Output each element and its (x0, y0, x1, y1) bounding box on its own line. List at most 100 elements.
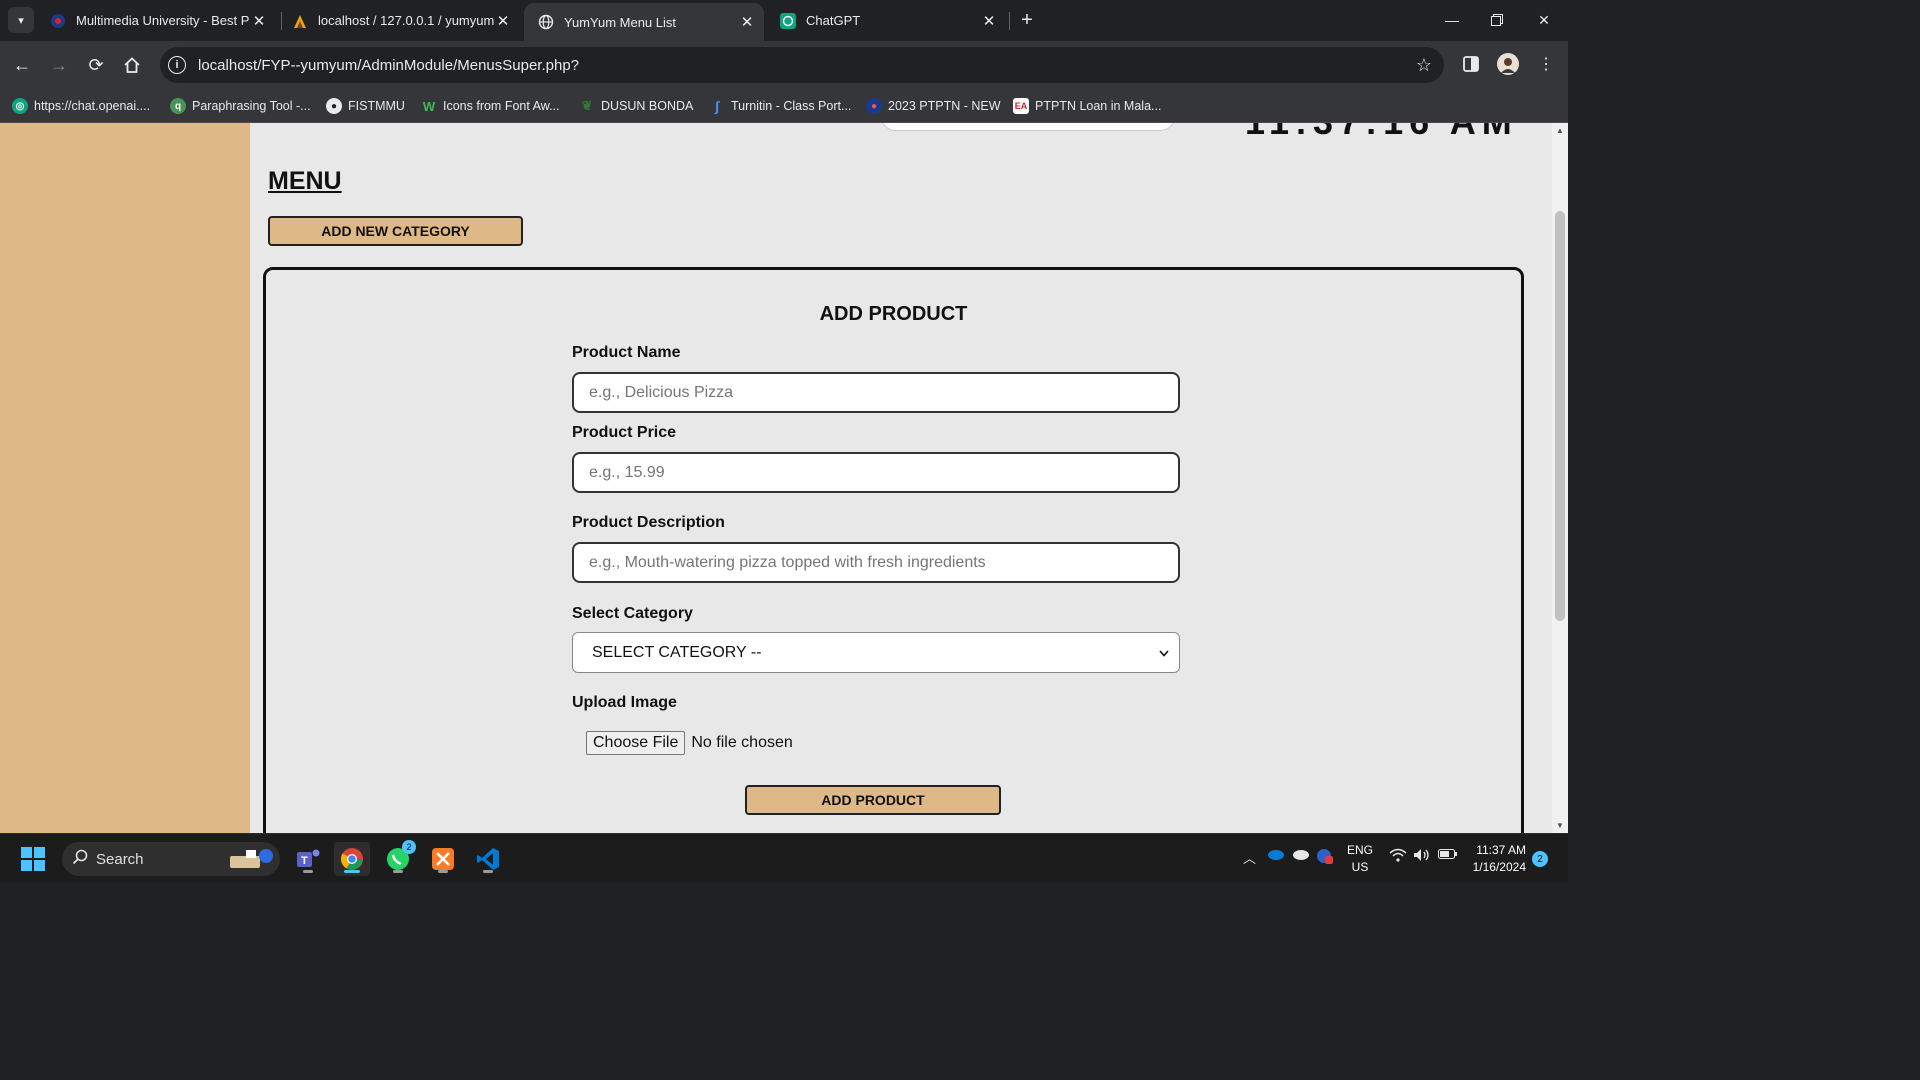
product-description-label: Product Description (572, 514, 725, 531)
language-indicator[interactable]: ENG US (1346, 842, 1374, 876)
new-tab-plus-icon[interactable]: + (1016, 8, 1038, 32)
close-tab-icon[interactable]: ✕ (738, 13, 756, 31)
category-select[interactable]: SELECT CATEGORY -- (572, 632, 1180, 673)
bookmark-paraphrasing-tool[interactable]: q Paraphrasing Tool -... (170, 96, 311, 116)
system-clock[interactable]: 11:37 AM 1/16/2024 (1468, 842, 1526, 876)
bookmark-label: DUSUN BONDA (601, 99, 694, 113)
placeholder-text: e.g., Delicious Pizza (589, 383, 734, 401)
scrollbar-thumb[interactable] (1555, 211, 1565, 621)
battery-icon[interactable] (1438, 848, 1458, 863)
bookmark-ptptn-loan[interactable]: EA PTPTN Loan in Mala... (1013, 96, 1161, 116)
product-price-input[interactable]: e.g., 15.99 (572, 452, 1180, 493)
profile-avatar-icon[interactable] (1497, 53, 1519, 75)
tab-phpmyadmin[interactable]: localhost / 127.0.0.1 / yumyum ✕ (278, 0, 520, 41)
add-new-category-button[interactable]: ADD NEW CATEGORY (268, 216, 523, 246)
volume-icon[interactable] (1413, 848, 1431, 865)
add-product-button[interactable]: ADD PRODUCT (745, 785, 1001, 815)
running-indicator (303, 870, 313, 873)
address-bar[interactable]: i localhost/FYP--yumyum/AdminModule/Menu… (160, 47, 1444, 83)
windows-start-icon[interactable] (15, 842, 51, 876)
bookmark-fistmmu[interactable]: ● FISTMMU (326, 96, 405, 116)
side-panel-icon[interactable] (1460, 53, 1482, 75)
bookmark-label: Paraphrasing Tool -... (192, 99, 311, 113)
restore-window-icon[interactable] (1482, 6, 1512, 34)
chevron-down-icon (1159, 646, 1169, 660)
home-icon[interactable] (118, 51, 146, 79)
tab-divider (1009, 12, 1010, 30)
teams-icon[interactable]: T (290, 842, 326, 876)
add-product-form: ADD PRODUCT Product Name e.g., Delicious… (263, 267, 1524, 833)
github-icon: ● (326, 98, 342, 114)
bookmark-icons-font-awesome[interactable]: W Icons from Font Aw... (421, 96, 560, 116)
xampp-icon[interactable] (425, 842, 461, 876)
region-code: US (1351, 860, 1369, 874)
choose-file-button[interactable]: Choose File (586, 731, 686, 755)
scroll-up-arrow-icon[interactable]: ▲ (1552, 126, 1568, 135)
notification-count-badge[interactable]: 2 (1532, 851, 1548, 867)
search-highlight-icon (226, 846, 274, 876)
svg-text:T: T (301, 855, 308, 867)
tab-yumyum-menu-list[interactable]: YumYum Menu List ✕ (524, 3, 764, 41)
search-icon (72, 849, 88, 869)
close-tab-icon[interactable]: ✕ (250, 12, 268, 30)
onedrive-white-icon[interactable] (1291, 848, 1309, 863)
bookmark-dusun-bonda[interactable]: ❦ DUSUN BONDA (579, 96, 694, 116)
tab-multimedia-university[interactable]: Multimedia University - Best Pri ✕ (36, 0, 276, 41)
selected-category: SELECT CATEGORY -- (592, 643, 762, 661)
system-time: 11:37 AM (1476, 843, 1526, 857)
product-description-input[interactable]: e.g., Mouth-watering pizza topped with f… (572, 542, 1180, 583)
whatsapp-icon[interactable]: 2 (380, 840, 416, 876)
taskbar-search-box[interactable]: Search (62, 842, 280, 876)
bookmark-label: Icons from Font Aw... (443, 99, 560, 113)
placeholder-text: e.g., Mouth-watering pizza topped with f… (589, 553, 986, 571)
file-input: Choose File No file chosen (586, 731, 793, 755)
system-date: 1/16/2024 (1472, 860, 1526, 874)
tab-search-dropdown-icon[interactable]: ▾ (8, 7, 34, 33)
antivirus-status-icon[interactable] (1316, 848, 1334, 867)
upload-image-label: Upload Image (572, 694, 677, 711)
running-indicator (393, 870, 403, 873)
chatgpt-favicon-icon (780, 12, 796, 29)
wifi-icon[interactable] (1389, 848, 1407, 865)
close-tab-icon[interactable]: ✕ (980, 12, 998, 30)
phpmyadmin-favicon-icon (292, 13, 308, 29)
active-indicator (344, 870, 360, 873)
bookmark-star-icon[interactable]: ☆ (1416, 55, 1432, 76)
onedrive-blue-icon[interactable] (1266, 848, 1284, 863)
browser-toolbar: ← → ⟳ i localhost/FYP--yumyum/AdminModul… (0, 41, 1568, 89)
show-hidden-icons-chevron-icon[interactable]: ︿ (1243, 848, 1256, 867)
page-viewport: 11:37:16 AM MENU ADD NEW CATEGORY ADD PR… (0, 123, 1552, 833)
bookmark-chat-openai[interactable]: ◎ https://chat.openai.... (12, 96, 150, 116)
forward-arrow-icon[interactable]: → (45, 51, 73, 79)
bookmark-turnitin[interactable]: ʃ Turnitin - Class Port... (709, 96, 852, 116)
chrome-icon[interactable] (334, 842, 370, 876)
openai-icon: ◎ (12, 98, 28, 114)
close-window-icon[interactable]: ✕ (1529, 6, 1559, 34)
close-tab-icon[interactable]: ✕ (494, 12, 512, 30)
file-status: No file chosen (691, 734, 793, 751)
minimize-window-icon[interactable]: — (1437, 6, 1467, 34)
tab-title: ChatGPT (806, 13, 861, 28)
bookmark-label: FISTMMU (348, 99, 405, 113)
bookmark-label: https://chat.openai.... (34, 99, 151, 113)
site-info-icon[interactable]: i (168, 56, 186, 74)
scroll-down-arrow-icon[interactable]: ▼ (1552, 821, 1568, 830)
tab-chatgpt[interactable]: ChatGPT ✕ (766, 0, 1006, 41)
vscode-icon[interactable] (470, 842, 506, 876)
globe-icon (538, 14, 554, 30)
w-logo-icon: W (422, 98, 436, 114)
tab-title: localhost / 127.0.0.1 / yumyum (318, 13, 494, 28)
quillbot-icon: q (170, 98, 186, 114)
ptptn-icon: ● (866, 98, 882, 114)
running-indicator (438, 870, 448, 873)
page-scrollbar[interactable]: ▲ ▼ (1552, 123, 1568, 833)
search-pill-remnant (880, 123, 1176, 131)
chrome-menu-icon[interactable]: ⋮ (1535, 53, 1557, 75)
bookmark-ptptn-2023[interactable]: ● 2023 PTPTN - NEW (866, 96, 1001, 116)
mmu-favicon-icon (50, 13, 66, 29)
back-arrow-icon[interactable]: ← (8, 51, 36, 79)
product-name-input[interactable]: e.g., Delicious Pizza (572, 372, 1180, 413)
reload-icon[interactable]: ⟳ (82, 51, 110, 79)
tab-strip: ▾ Multimedia University - Best Pri ✕ loc… (0, 0, 1568, 41)
whatsapp-badge: 2 (402, 840, 416, 854)
